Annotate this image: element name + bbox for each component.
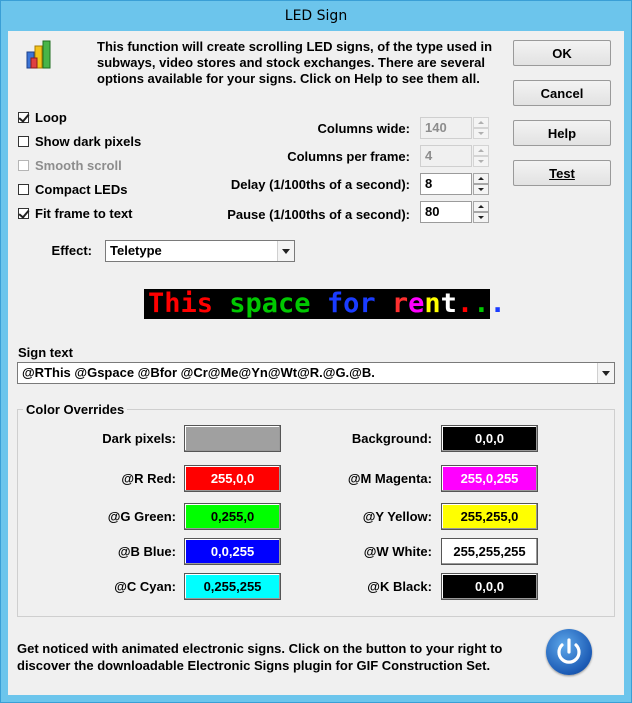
led-segment: .: [489, 288, 506, 319]
led-segment: e: [408, 288, 425, 319]
checkbox-label: Show dark pixels: [35, 134, 142, 149]
led-segment: space: [229, 288, 327, 319]
checkbox-loop[interactable]: [18, 112, 29, 123]
delay-field[interactable]: 8: [420, 173, 472, 195]
sign-text-label: Sign text: [18, 345, 73, 360]
color-label: @B Blue:: [117, 544, 176, 559]
led-segment: t: [440, 288, 457, 319]
power-icon: [557, 638, 581, 664]
delay-label: Delay (1/100ths of a second):: [230, 177, 410, 192]
dialog-client-area: This function will create scrolling LED …: [8, 31, 624, 695]
color-label: @C Cyan:: [114, 579, 176, 594]
columns-per-frame-field[interactable]: 4: [420, 145, 472, 167]
color-swatch-button[interactable]: 0,255,255: [184, 573, 281, 600]
color-label: @M Magenta:: [347, 471, 432, 486]
pause-field[interactable]: 80: [420, 201, 472, 223]
footer-line-2: discover the downloadable Electronic Sig…: [17, 658, 491, 673]
checkbox-label: Smooth scroll: [35, 158, 122, 173]
checkbox-smooth-scroll: [18, 160, 29, 171]
effect-select[interactable]: Teletype: [105, 240, 295, 262]
chevron-down-icon[interactable]: [277, 241, 294, 261]
color-label: Dark pixels:: [102, 431, 176, 446]
chevron-down-icon[interactable]: [597, 363, 614, 383]
window-title: LED Sign: [284, 8, 348, 24]
columns-wide-field[interactable]: 140: [420, 117, 472, 139]
footer-line-1: Get noticed with animated electronic sig…: [17, 641, 503, 656]
color-swatch-button[interactable]: 0,0,0: [441, 425, 538, 452]
color-label: @R Red:: [121, 471, 176, 486]
color-label: @K Black:: [367, 579, 432, 594]
checkbox-label: Fit frame to text: [35, 206, 133, 221]
color-label: @G Green:: [107, 509, 176, 524]
color-label: @W White:: [363, 544, 432, 559]
color-swatch-button[interactable]: 0,255,0: [184, 503, 281, 530]
columns-wide-spinner[interactable]: [473, 117, 489, 139]
delay-spinner[interactable]: [473, 173, 489, 195]
bar-chart-icon: [26, 40, 51, 69]
color-swatch-button[interactable]: 0,0,255: [184, 538, 281, 565]
color-swatch-button[interactable]: 255,255,255: [441, 538, 538, 565]
led-segment: r: [391, 288, 409, 319]
columns-per-frame-spinner[interactable]: [473, 145, 489, 167]
test-button[interactable]: Test: [513, 160, 611, 186]
intro-text: This function will create scrolling LED …: [97, 39, 507, 87]
checkbox-show-dark-pixels[interactable]: [18, 136, 29, 147]
checkbox-label: Loop: [35, 110, 67, 125]
led-segment: This: [148, 288, 230, 319]
checkbox-compact-leds[interactable]: [18, 184, 29, 195]
sign-text-value: @RThis @Gspace @Bfor @Cr@Me@Yn@Wt@R.@G.@…: [22, 365, 375, 380]
pause-spinner[interactable]: [473, 201, 489, 223]
ok-button[interactable]: OK: [513, 40, 611, 66]
help-button[interactable]: Help: [513, 120, 611, 146]
led-segment: for: [326, 288, 392, 319]
led-segment: .: [456, 288, 474, 319]
led-preview-text: This space for rent...: [148, 289, 506, 319]
color-swatch-button[interactable]: 255,255,0: [441, 503, 538, 530]
intro-line-2: subways, video stores and stock exchange…: [97, 55, 486, 70]
columns-wide-label: Columns wide:: [317, 121, 410, 136]
led-segment: n: [424, 288, 441, 319]
color-label: Background:: [351, 431, 432, 446]
led-sign-dialog: LED Sign This function will create scrol…: [0, 0, 632, 703]
intro-line-1: This function will create scrolling LED …: [97, 39, 493, 54]
electronic-signs-plugin-button[interactable]: [546, 629, 592, 675]
checkbox-fit-frame-to-text[interactable]: [18, 208, 29, 219]
effect-value: Teletype: [110, 243, 162, 258]
footer-text: Get noticed with animated electronic sig…: [17, 640, 527, 674]
led-segment: .: [473, 288, 490, 319]
color-swatch-button[interactable]: [184, 425, 281, 452]
intro-line-3: options available for your signs. Click …: [97, 71, 480, 86]
color-swatch-button[interactable]: 0,0,0: [441, 573, 538, 600]
checkbox-label: Compact LEDs: [35, 182, 128, 197]
effect-label: Effect:: [51, 243, 92, 258]
columns-per-frame-label: Columns per frame:: [287, 149, 410, 164]
sign-text-input[interactable]: @RThis @Gspace @Bfor @Cr@Me@Yn@Wt@R.@G.@…: [17, 362, 615, 384]
cancel-button[interactable]: Cancel: [513, 80, 611, 106]
color-swatch-button[interactable]: 255,0,255: [441, 465, 538, 492]
led-preview: This space for rent...: [144, 289, 506, 319]
color-overrides-title: Color Overrides: [23, 402, 128, 417]
pause-label: Pause (1/100ths of a second):: [227, 207, 410, 222]
color-label: @Y Yellow:: [362, 509, 432, 524]
color-swatch-button[interactable]: 255,0,0: [184, 465, 281, 492]
